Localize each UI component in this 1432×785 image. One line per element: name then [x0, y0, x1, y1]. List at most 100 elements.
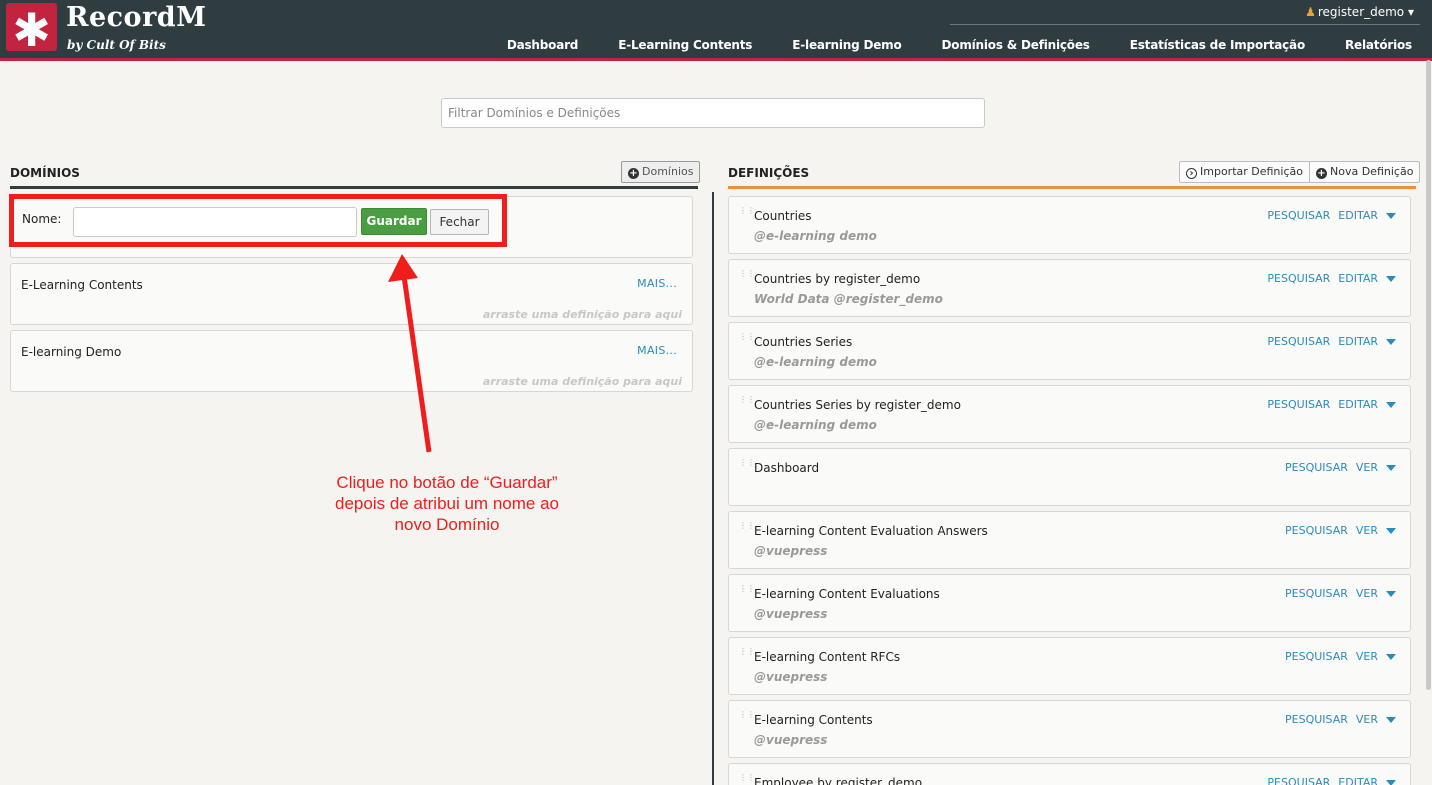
drop-hint: arraste uma definição para aqui: [482, 308, 682, 321]
drag-handle-icon[interactable]: ⋮⋮: [739, 711, 755, 725]
caret-down-icon[interactable]: [1386, 591, 1396, 597]
definition-row: ⋮⋮ E-learning Content Evaluations @vuepres…: [728, 574, 1411, 632]
asterisk-logo-icon[interactable]: ✱: [6, 3, 57, 57]
caret-down-icon[interactable]: [1386, 654, 1396, 660]
new-definition-button[interactable]: + Nova Definição: [1309, 161, 1421, 183]
drag-handle-icon[interactable]: ⋮⋮: [739, 774, 755, 785]
domain-name: E-learning Demo: [21, 345, 122, 359]
definition-name: E-learning Content RFCs: [754, 650, 901, 664]
view-link[interactable]: VER: [1356, 524, 1378, 537]
drag-handle-icon[interactable]: ⋮⋮: [739, 333, 755, 347]
caret-down-icon[interactable]: [1386, 339, 1396, 345]
search-link[interactable]: PESQUISAR: [1267, 209, 1330, 222]
view-link[interactable]: VER: [1356, 461, 1378, 474]
user-name: register_demo: [1317, 5, 1405, 19]
definition-actions: PESQUISAR VER: [1277, 524, 1396, 537]
definition-name: E-learning Contents: [754, 713, 873, 727]
import-icon: ›: [1186, 168, 1197, 179]
add-domain-button[interactable]: + Domínios: [621, 161, 701, 183]
filter-input[interactable]: [441, 98, 985, 128]
definition-actions: PESQUISAR EDITAR: [1259, 335, 1396, 348]
domain-item: E-learning Demo MAIS... arraste uma defi…: [10, 330, 693, 392]
person-icon: ♟: [1305, 5, 1316, 19]
caret-down-icon[interactable]: [1386, 276, 1396, 282]
app-subtitle: by Cult Of Bits: [67, 38, 166, 52]
user-menu[interactable]: ♟ register_demo ▾: [1305, 5, 1414, 19]
edit-link[interactable]: EDITAR: [1338, 335, 1378, 348]
drag-handle-icon[interactable]: ⋮⋮: [739, 522, 755, 536]
drag-handle-icon[interactable]: ⋮⋮: [739, 270, 755, 284]
plus-icon: +: [1316, 168, 1327, 179]
edit-link[interactable]: EDITAR: [1338, 776, 1378, 785]
more-link[interactable]: MAIS...: [637, 277, 677, 290]
caret-down-icon[interactable]: [1386, 528, 1396, 534]
top-bar: ✱ RecordM by Cult Of Bits ♟ register_demo…: [0, 0, 1432, 58]
definition-name: E-learning Content Evaluations: [754, 587, 940, 601]
definition-row: ⋮⋮ Countries Series by register_demo @e-le…: [728, 385, 1411, 443]
definition-domain: @e-learning demo: [754, 418, 877, 432]
search-link[interactable]: PESQUISAR: [1267, 335, 1330, 348]
drag-handle-icon[interactable]: ⋮⋮: [739, 207, 755, 221]
drag-handle-icon[interactable]: ⋮⋮: [739, 459, 755, 473]
drag-handle-icon[interactable]: ⋮⋮: [739, 648, 755, 662]
caret-down-icon[interactable]: [1386, 402, 1396, 408]
caret-down-icon[interactable]: [1386, 465, 1396, 471]
more-link[interactable]: MAIS...: [637, 344, 677, 357]
import-definition-button[interactable]: › Importar Definição: [1179, 161, 1310, 183]
definition-domain: @e-learning demo: [754, 229, 877, 243]
view-link[interactable]: VER: [1356, 713, 1378, 726]
definition-name: Dashboard: [754, 461, 820, 475]
definition-name: Countries Series: [754, 335, 853, 349]
definition-domain: @e-learning demo: [754, 355, 877, 369]
definition-actions: PESQUISAR EDITAR: [1259, 398, 1396, 411]
caret-down-icon[interactable]: [1386, 717, 1396, 723]
definition-domain: World Data @register_demo: [754, 292, 943, 306]
definition-name: Employee by register_demo: [754, 776, 923, 785]
app-title[interactable]: RecordM: [66, 2, 207, 33]
search-link[interactable]: PESQUISAR: [1285, 524, 1348, 537]
nav-dashboard[interactable]: Dashboard: [507, 38, 579, 56]
highlight-frame: [9, 194, 507, 247]
nav-e-learning-contents[interactable]: E-Learning Contents: [618, 38, 752, 56]
page-scrollbar[interactable]: [1426, 60, 1431, 690]
search-link[interactable]: PESQUISAR: [1285, 461, 1348, 474]
definition-actions: PESQUISAR VER: [1277, 587, 1396, 600]
definition-name: E-learning Content Evaluation Answers: [754, 524, 988, 538]
nav-estatisticas[interactable]: Estatísticas de Importação: [1130, 38, 1305, 56]
view-link[interactable]: VER: [1356, 650, 1378, 663]
drag-handle-icon[interactable]: ⋮⋮: [739, 585, 755, 599]
definition-row: ⋮⋮ Countries @e-learning demo PESQUISAR EDIT…: [728, 196, 1411, 254]
header-divider: [950, 24, 1420, 25]
definition-actions: PESQUISAR VER: [1277, 713, 1396, 726]
edit-link[interactable]: EDITAR: [1338, 209, 1378, 222]
domain-item: E-Learning Contents MAIS... arraste uma …: [10, 263, 693, 325]
edit-link[interactable]: EDITAR: [1338, 398, 1378, 411]
search-link[interactable]: PESQUISAR: [1285, 587, 1348, 600]
nav-dominios-definicoes[interactable]: Domínios & Definições: [942, 38, 1090, 56]
domain-name: E-Learning Contents: [21, 278, 143, 292]
definition-actions: PESQUISAR EDITAR: [1259, 209, 1396, 222]
domains-title: DOMÍNIOS: [10, 166, 80, 180]
nav-relatorios[interactable]: Relatórios: [1345, 38, 1412, 56]
edit-link[interactable]: EDITAR: [1338, 272, 1378, 285]
search-link[interactable]: PESQUISAR: [1267, 776, 1330, 785]
definition-actions: PESQUISAR EDITAR: [1259, 272, 1396, 285]
caret-down-icon[interactable]: [1386, 213, 1396, 219]
search-link[interactable]: PESQUISAR: [1285, 650, 1348, 663]
search-link[interactable]: PESQUISAR: [1285, 713, 1348, 726]
definition-actions: PESQUISAR VER: [1277, 461, 1396, 474]
column-divider: [712, 192, 714, 785]
definition-name: Countries: [754, 209, 812, 223]
nav-e-learning-demo[interactable]: E-learning Demo: [792, 38, 901, 56]
caret-down-icon[interactable]: [1386, 780, 1396, 785]
definition-domain: @vuepress: [754, 607, 828, 621]
definition-row: ⋮⋮ E-learning Contents @vuepress PESQUISAR V…: [728, 700, 1411, 758]
search-link[interactable]: PESQUISAR: [1267, 272, 1330, 285]
drag-handle-icon[interactable]: ⋮⋮: [739, 396, 755, 410]
view-link[interactable]: VER: [1356, 587, 1378, 600]
definitions-title: DEFINIÇÕES: [728, 166, 810, 180]
search-link[interactable]: PESQUISAR: [1267, 398, 1330, 411]
definition-name: Countries by register_demo: [754, 272, 921, 286]
definition-name: Countries Series by register_demo: [754, 398, 961, 412]
domains-underline: [10, 186, 698, 189]
